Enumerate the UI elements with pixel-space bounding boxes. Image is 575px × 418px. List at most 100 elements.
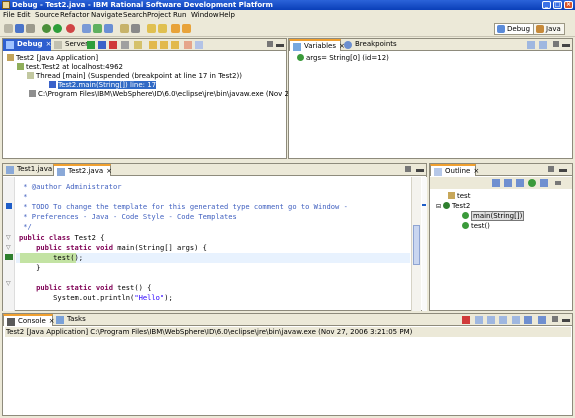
code-line-current[interactable]: test(); bbox=[19, 253, 83, 263]
menu-source[interactable]: Source bbox=[35, 11, 59, 20]
minimize-view-icon[interactable] bbox=[562, 319, 570, 322]
minimize-view-icon[interactable] bbox=[276, 44, 284, 47]
view-menu-icon[interactable] bbox=[553, 41, 559, 47]
hide-static-icon[interactable] bbox=[516, 179, 524, 187]
editor-vertical-scrollbar[interactable] bbox=[411, 177, 421, 311]
menu-help[interactable]: Help bbox=[219, 11, 235, 20]
forward-icon[interactable] bbox=[182, 24, 191, 33]
terminate-icon[interactable] bbox=[109, 41, 117, 49]
code-line[interactable]: * bbox=[19, 192, 27, 202]
drop-to-frame-icon[interactable] bbox=[184, 41, 192, 49]
print-icon[interactable] bbox=[26, 24, 35, 33]
maximize-button[interactable]: □ bbox=[553, 1, 562, 9]
open-console-icon[interactable] bbox=[538, 316, 546, 324]
tab-variables[interactable]: Variables × bbox=[289, 39, 345, 51]
remove-launch-icon[interactable] bbox=[475, 316, 483, 324]
minimize-button[interactable]: _ bbox=[542, 1, 551, 9]
menu-search[interactable]: Search bbox=[123, 11, 147, 20]
overview-task-marker[interactable] bbox=[422, 204, 426, 206]
scrollbar-thumb[interactable] bbox=[413, 225, 420, 265]
suspend-icon[interactable] bbox=[98, 41, 106, 49]
disconnect-icon[interactable] bbox=[121, 41, 129, 49]
minimize-view-icon[interactable] bbox=[416, 169, 424, 172]
fold-minus-icon[interactable]: ▽ bbox=[6, 244, 11, 251]
code-line[interactable]: public class Test2 { bbox=[19, 233, 104, 243]
new-icon[interactable] bbox=[4, 24, 13, 33]
remove-terminated-icon[interactable] bbox=[134, 41, 142, 49]
menu-project[interactable]: Project bbox=[147, 11, 171, 20]
overview-ruler[interactable] bbox=[422, 177, 427, 311]
run-icon[interactable] bbox=[53, 24, 62, 33]
tree-item-target[interactable]: test.Test2 at localhost:4962 bbox=[17, 63, 123, 72]
outline-item-class[interactable]: ⊟ Test2 bbox=[436, 202, 470, 211]
view-menu-icon[interactable] bbox=[552, 316, 558, 322]
fold-minus-icon[interactable]: ▽ bbox=[6, 280, 11, 287]
annotation-prev-icon[interactable] bbox=[158, 24, 167, 33]
code-line[interactable]: */ bbox=[19, 222, 32, 232]
menu-refactor[interactable]: Refactor bbox=[60, 11, 89, 20]
view-menu-icon[interactable] bbox=[267, 41, 273, 47]
menu-window[interactable]: Window bbox=[191, 11, 219, 20]
minimize-view-icon[interactable] bbox=[559, 169, 567, 172]
tree-item-stackframe[interactable]: Test2.main(String[]) line: 17 bbox=[49, 81, 157, 90]
tab-breakpoints[interactable]: Breakpoints bbox=[341, 39, 401, 51]
new-package-icon[interactable] bbox=[93, 24, 102, 33]
menu-run[interactable]: Run bbox=[173, 11, 186, 20]
tree-collapse-icon[interactable]: ⊟ bbox=[436, 203, 441, 210]
task-marker-icon[interactable] bbox=[6, 203, 12, 209]
minimize-view-icon[interactable] bbox=[562, 44, 570, 47]
tab-debug[interactable]: Debug × bbox=[3, 39, 51, 51]
console-output[interactable] bbox=[5, 338, 571, 414]
code-line[interactable]: public static void test() { bbox=[19, 283, 151, 293]
resume-icon[interactable] bbox=[87, 41, 95, 49]
clear-console-icon[interactable] bbox=[487, 316, 495, 324]
tree-item-launch[interactable]: Test2 [Java Application] bbox=[7, 54, 98, 63]
code-line[interactable]: public static void main(String[] args) { bbox=[19, 243, 207, 253]
code-line[interactable]: * @author Administrator bbox=[19, 182, 121, 192]
hide-fields-icon[interactable] bbox=[504, 179, 512, 187]
perspective-debug[interactable]: Debug bbox=[494, 23, 535, 35]
debug-run-icon[interactable] bbox=[42, 24, 51, 33]
code-line[interactable]: * TODO To change the template for this g… bbox=[19, 202, 348, 212]
pin-console-icon[interactable] bbox=[512, 316, 520, 324]
code-line[interactable]: System.out.println("Hello"); bbox=[19, 293, 173, 303]
hide-nonpublic-icon[interactable] bbox=[528, 179, 536, 187]
tab-tasks[interactable]: Tasks bbox=[53, 314, 90, 326]
step-over-icon[interactable] bbox=[160, 41, 168, 49]
back-icon[interactable] bbox=[171, 24, 180, 33]
close-button[interactable]: × bbox=[564, 1, 573, 9]
view-menu-icon[interactable] bbox=[548, 166, 554, 172]
search-icon[interactable] bbox=[131, 24, 140, 33]
outline-item-method-main[interactable]: main(String[]) bbox=[462, 211, 525, 221]
open-type-icon[interactable] bbox=[120, 24, 129, 33]
tab-console[interactable]: Console × bbox=[3, 314, 55, 326]
new-java-project-icon[interactable] bbox=[82, 24, 91, 33]
use-step-filters-icon[interactable] bbox=[195, 41, 203, 49]
sort-icon[interactable] bbox=[492, 179, 500, 187]
tab-test2-close-icon[interactable]: × bbox=[106, 167, 112, 175]
outline-item-package[interactable]: test bbox=[448, 192, 470, 201]
code-line[interactable]: * Preferences - Java - Code Style - Code… bbox=[19, 212, 237, 222]
terminate-icon[interactable] bbox=[462, 316, 470, 324]
tab-test2-java[interactable]: Test2.java × bbox=[53, 164, 112, 176]
external-tools-icon[interactable] bbox=[66, 24, 75, 33]
step-return-icon[interactable] bbox=[171, 41, 179, 49]
step-into-icon[interactable] bbox=[149, 41, 157, 49]
code-line[interactable]: } bbox=[19, 263, 40, 273]
outline-item-method-test[interactable]: test() bbox=[462, 222, 490, 231]
outline-menu-icon[interactable] bbox=[555, 181, 561, 185]
new-class-icon[interactable] bbox=[104, 24, 113, 33]
tab-outline-close-icon[interactable]: × bbox=[473, 167, 479, 175]
save-icon[interactable] bbox=[15, 24, 24, 33]
tab-outline[interactable]: Outline × bbox=[430, 164, 479, 176]
perspective-java[interactable]: Java bbox=[533, 23, 565, 35]
view-menu-icon[interactable] bbox=[405, 166, 411, 172]
scroll-lock-icon[interactable] bbox=[499, 316, 507, 324]
tree-item-thread[interactable]: Thread [main] (Suspended (breakpoint at … bbox=[27, 72, 242, 81]
menu-file[interactable]: File bbox=[3, 11, 15, 20]
fold-minus-icon[interactable]: ▽ bbox=[6, 234, 11, 241]
display-console-icon[interactable] bbox=[524, 316, 532, 324]
menu-edit[interactable]: Edit bbox=[17, 11, 31, 20]
show-type-names-icon[interactable] bbox=[527, 41, 535, 49]
menu-navigate[interactable]: Navigate bbox=[91, 11, 122, 20]
